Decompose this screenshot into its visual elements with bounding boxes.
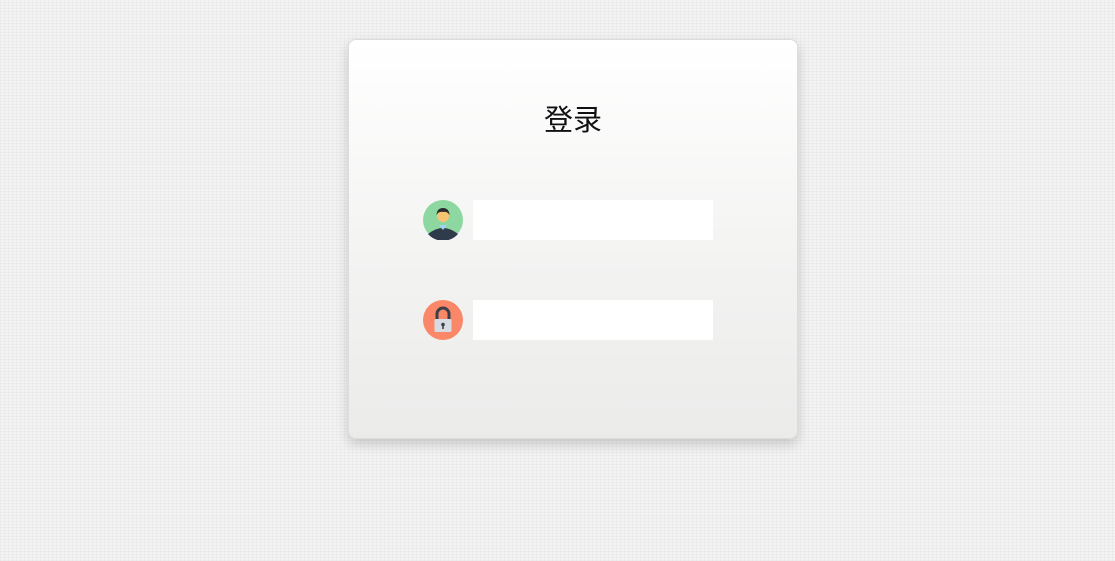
user-avatar-icon [423,200,463,240]
login-title: 登录 [543,103,602,137]
password-input[interactable] [473,300,713,340]
login-card: 登录 [348,39,798,439]
username-input[interactable] [473,200,713,240]
password-row [423,300,713,340]
username-row [423,200,713,240]
lock-icon [423,300,463,340]
